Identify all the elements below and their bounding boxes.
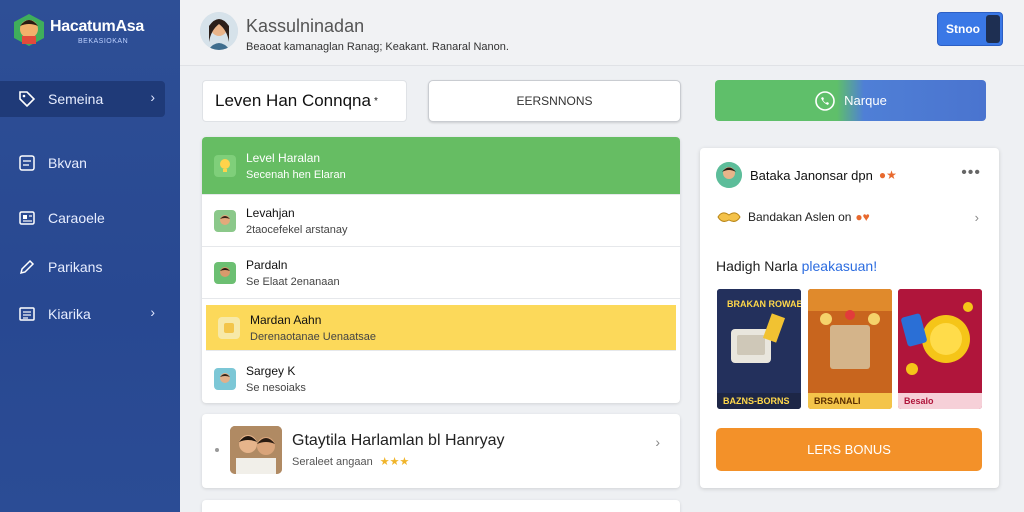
search-value: Leven Han Connqna — [215, 91, 371, 110]
sidebar-item-kiarika[interactable]: Kiarika › — [0, 296, 165, 332]
promo-tile[interactable]: BRSANALI — [808, 289, 892, 409]
user-avatar-icon — [986, 15, 1000, 43]
phone-icon — [815, 90, 835, 111]
tag-icon — [16, 88, 38, 110]
image-icon — [16, 207, 38, 229]
list-item-title: Sargey K — [246, 364, 296, 378]
document-icon — [16, 152, 38, 174]
chevron-right-icon[interactable]: › — [655, 434, 660, 450]
outline-button-label: EERSNNONS — [516, 94, 593, 108]
star-rating-icon: ★★★ — [379, 456, 410, 468]
sidebar-item-label: Kiarika — [48, 306, 91, 322]
list-item-sub: 2taocefekel arstanay — [246, 223, 348, 236]
avatar-icon — [218, 316, 240, 339]
panel-row-label: Bandakan Aslen on — [748, 210, 852, 224]
promo-tile[interactable]: BRAKAN ROWAB BAZNS-BORNS — [717, 289, 801, 409]
handshake-icon — [717, 212, 741, 222]
page-title: Kassulninadan — [246, 16, 365, 36]
feature-subtitle: Seraleet angaan ★★★ — [292, 456, 410, 468]
header-action-button[interactable]: Stnoo — [937, 12, 1003, 46]
panel-heading: Hadigh Narla pleakasuan! — [716, 258, 878, 274]
brand-name: HacatumAsa — [50, 18, 144, 35]
panel-title: Bataka Janonsar dpn — [750, 167, 873, 183]
outline-button[interactable]: EERSNNONS — [428, 80, 681, 122]
sidebar-item-label: Parikans — [48, 259, 103, 275]
chevron-right-icon[interactable]: › — [975, 210, 979, 225]
cta-label: LERS BONUS — [807, 442, 891, 457]
list-item-sub: Se nesoiaks — [246, 382, 306, 394]
list-item-sub: Se Elaat 2enanaan — [246, 275, 340, 288]
list-item-sub: Derenaotanae Uenaatsae — [250, 330, 376, 343]
brand-tagline: BEKASIOKAN — [78, 38, 129, 45]
lightbulb-icon — [214, 154, 236, 177]
avatar-icon — [214, 368, 236, 390]
panel-header: Bataka Janonsar dpn ●★ — [716, 162, 897, 188]
panel-row[interactable]: Bandakan Aslen on ●♥ — [716, 208, 870, 226]
avatar[interactable] — [716, 162, 742, 188]
avatar[interactable] — [200, 12, 238, 50]
chevron-right-icon: › — [150, 304, 155, 320]
feature-card[interactable]: Gtaytila Harlamlan bl Hanryay Seraleet a… — [202, 414, 680, 488]
chevron-right-icon: › — [150, 89, 155, 105]
header-action-label: Stnoo — [946, 22, 980, 36]
list-item[interactable]: Sargey K Se nesoiaks — [202, 355, 680, 403]
avatar-icon — [214, 209, 236, 232]
feature-photo — [230, 426, 282, 474]
promo-image-icon — [808, 289, 892, 393]
badge-icon: ●♥ — [855, 210, 870, 224]
badge-icon: ●★ — [878, 168, 897, 182]
list-item[interactable]: Pardaln Se Elaat 2enanaan — [202, 247, 680, 299]
sidebar-item-caraoele[interactable]: Caraoele — [0, 200, 165, 236]
promo-tile[interactable]: Besalo — [898, 289, 982, 409]
promo-image-icon: BRAKAN ROWAB — [717, 289, 801, 393]
sidebar-item-semeina[interactable]: Semeina › — [0, 81, 165, 117]
promo-panel: Bataka Janonsar dpn ●★ ••• Bandakan Asle… — [700, 148, 999, 488]
page-subtitle: Beaoat kamanaglan Ranag; Keakant. Ranara… — [246, 41, 509, 53]
cta-button[interactable]: LERS BONUS — [716, 428, 982, 471]
item-list: Level Haralan Secenah hen Elaran Levahja… — [202, 137, 680, 403]
promo-label: Besalo — [898, 393, 982, 409]
search-caret: * — [373, 95, 378, 107]
sidebar-item-parikans[interactable]: Parikans — [0, 249, 165, 285]
more-options-icon[interactable]: ••• — [961, 164, 981, 182]
promo-label: BAZNS-BORNS — [717, 393, 801, 409]
next-card[interactable] — [202, 500, 680, 512]
header: Kassulninadan Beaoat kamanaglan Ranag; K… — [180, 0, 1024, 66]
bullet-icon — [215, 448, 219, 452]
list-item-title: Levahjan — [246, 205, 295, 220]
feature-title: Gtaytila Harlamlan bl Hanryay — [292, 432, 505, 449]
sidebar-item-label: Caraoele — [48, 210, 105, 226]
list-icon — [16, 303, 38, 325]
avatar-icon — [214, 261, 236, 284]
list-item[interactable]: Levahjan 2taocefekel arstanay — [202, 195, 680, 247]
sidebar-item-label: Semeina — [48, 91, 104, 107]
primary-action-button[interactable]: Narque — [715, 80, 986, 121]
brand-logo-icon — [14, 14, 44, 46]
svg-text:BRAKAN ROWAB: BRAKAN ROWAB — [727, 299, 801, 309]
promo-label: BRSANALI — [808, 393, 892, 409]
search-input[interactable]: Leven Han Connqna * — [202, 80, 407, 122]
sidebar-item-label: Bkvan — [48, 155, 87, 171]
list-item-title: Level Haralan — [246, 150, 321, 165]
list-item[interactable]: Mardan Aahn Derenaotanae Uenaatsae — [206, 305, 676, 351]
brand[interactable]: HacatumAsa BEKASIOKAN — [12, 12, 172, 52]
list-item-title: Mardan Aahn — [250, 312, 322, 327]
primary-action-label: Narque — [844, 93, 887, 108]
list-item-sub: Secenah hen Elaran — [246, 168, 346, 181]
sidebar-item-bkvan[interactable]: Bkvan — [0, 145, 165, 181]
list-item[interactable]: Level Haralan Secenah hen Elaran — [202, 137, 680, 195]
list-item-title: Pardaln — [246, 257, 288, 272]
sidebar: HacatumAsa BEKASIOKAN Semeina › Bkvan Ca… — [0, 0, 180, 512]
promo-image-icon — [898, 289, 982, 393]
pencil-icon — [16, 256, 38, 278]
